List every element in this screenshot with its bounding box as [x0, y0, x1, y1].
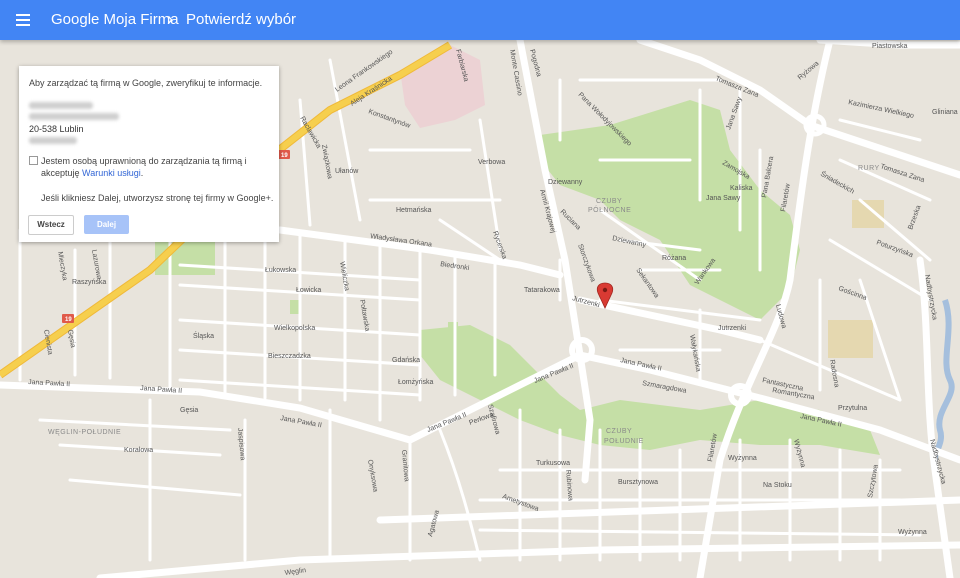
hamburger-menu-icon[interactable]: [16, 13, 30, 27]
street-label: Przytulna: [838, 405, 867, 412]
field-east: [828, 320, 873, 358]
street-label: Wielkopolska: [274, 325, 315, 332]
chevron-right-icon: ›: [167, 9, 173, 29]
street-label: Dziewanny: [548, 179, 583, 186]
verification-dialog: Aby zarządzać tą firmą w Google, zweryfi…: [19, 66, 279, 242]
street-label: Łomżyńska: [398, 379, 434, 386]
terms-of-service-link[interactable]: Warunki usługi: [82, 168, 141, 178]
street-label: Gdańska: [392, 357, 420, 364]
street-label: Śląska: [193, 331, 214, 340]
authorization-checkbox[interactable]: [29, 156, 38, 165]
street-label: Łukowska: [265, 267, 296, 274]
street-label: Łowicka: [296, 287, 321, 294]
street-label: Jana Sawy: [706, 195, 741, 202]
street-label: Wyżynna: [728, 455, 757, 462]
field-northeast: [852, 200, 884, 228]
district-label: CZUBY: [606, 428, 632, 435]
district-label: POŁUDNIE: [604, 438, 644, 445]
district-label: WĘGLIN-POŁUDNIE: [48, 429, 121, 436]
authorization-text: Jestem osobą uprawnioną do zarządzania t…: [41, 156, 247, 178]
terms-period: .: [140, 168, 144, 178]
street-label: Piastowska: [872, 43, 908, 50]
breadcrumb-current: Potwierdź wybór: [186, 11, 297, 28]
google-plus-note: Jeśli klikniesz Dalej, utworzysz stronę …: [41, 193, 274, 203]
street-label: Wyżynna: [898, 529, 927, 536]
app-title[interactable]: Google Moja Firma: [51, 11, 179, 28]
route-number: 19: [281, 153, 288, 159]
district-label: RURY: [858, 165, 880, 172]
street-label: Ułanów: [335, 168, 359, 175]
street-label: Bursztynowa: [618, 479, 658, 486]
app-header: Google Moja Firma › Potwierdź wybór: [0, 0, 960, 40]
street-label: Turkusowa: [536, 460, 570, 467]
street-label: Gęsia: [180, 407, 198, 414]
street-label: Różana: [662, 255, 686, 262]
district-label: CZUBY: [596, 198, 622, 205]
authorization-label: Jestem osobą uprawnioną do zarządzania t…: [41, 155, 271, 179]
redacted-street-address: [29, 113, 119, 120]
street-label: Gliniana: [932, 109, 958, 116]
street-label: Jutrzenki: [718, 325, 746, 332]
route-number: 19: [65, 317, 72, 323]
dialog-intro: Aby zarządzać tą firmą w Google, zweryfi…: [29, 78, 263, 88]
street-label: Koralowa: [124, 447, 153, 454]
street-label: Kaliska: [730, 185, 753, 192]
street-label: Verbowa: [478, 159, 505, 166]
next-button[interactable]: Dalej: [84, 215, 129, 234]
street-label: Bieszczadzka: [268, 353, 311, 360]
street-label: Hetmańska: [396, 207, 432, 214]
redacted-business-name: [29, 102, 93, 109]
back-button[interactable]: Wstecz: [28, 215, 74, 235]
district-label: PÓŁNOCNE: [588, 205, 631, 214]
street-label: Na Stoku: [763, 482, 792, 489]
street-label: Tatarakowa: [524, 287, 560, 294]
redacted-phone: [29, 137, 77, 144]
address-postcode-city: 20-538 Lublin: [29, 124, 84, 134]
street-label: Raszyńska: [72, 279, 106, 286]
